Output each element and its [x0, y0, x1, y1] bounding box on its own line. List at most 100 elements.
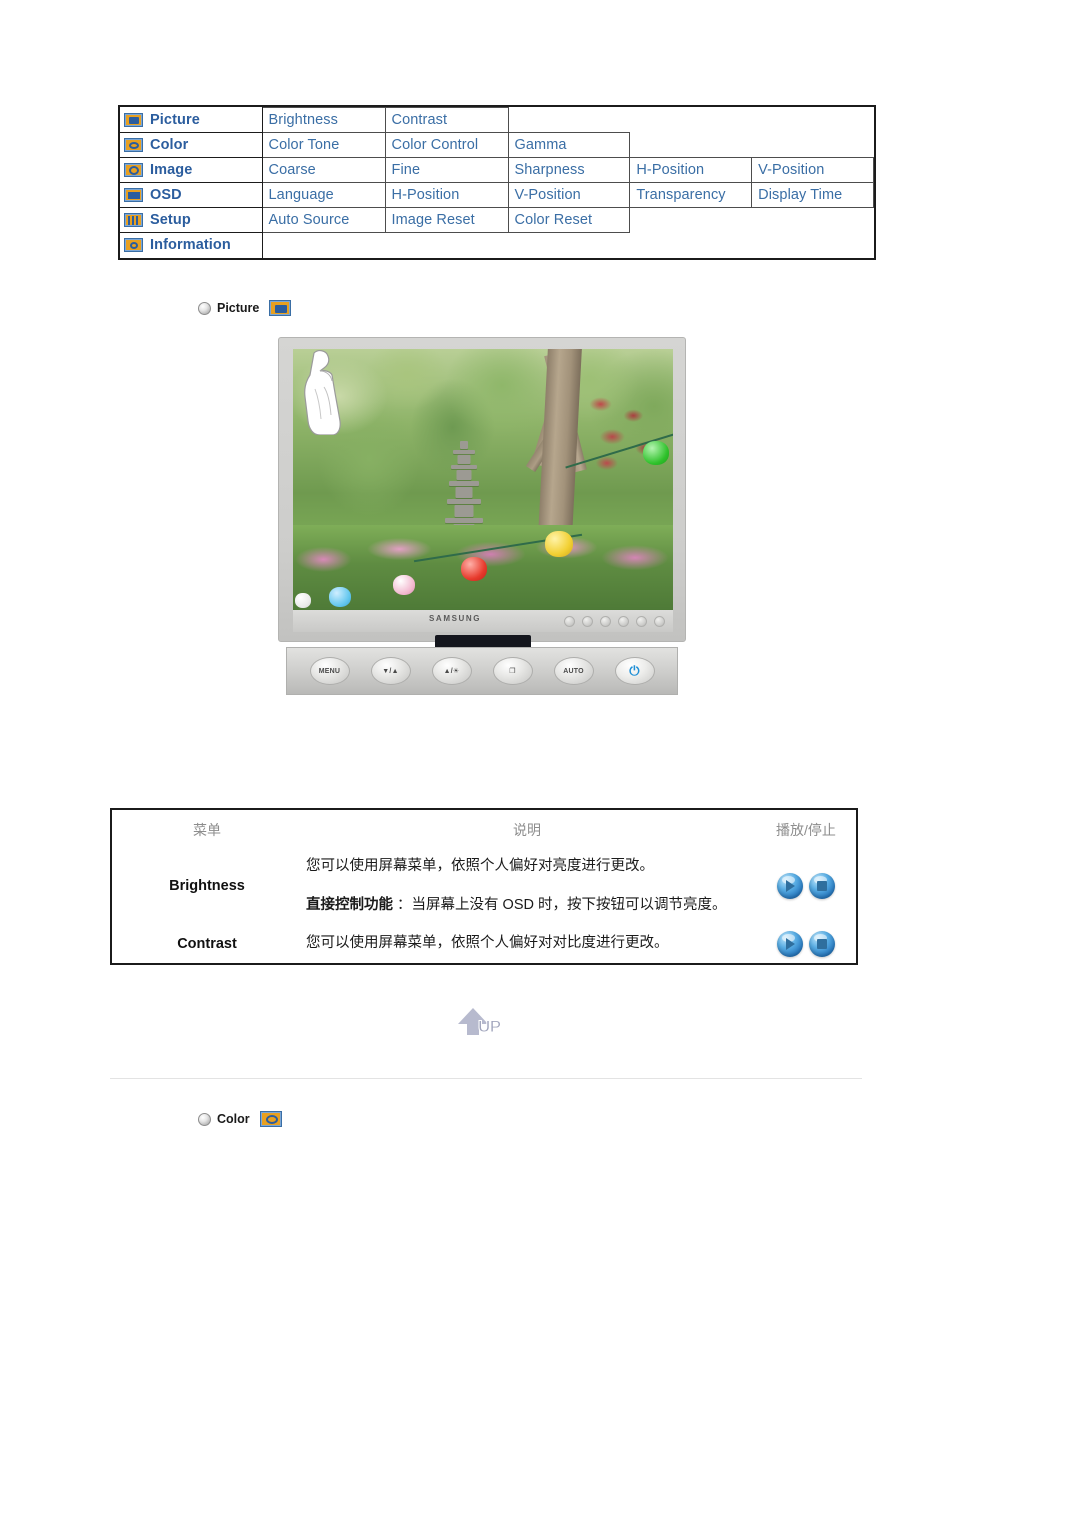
- osd-category-label: Setup: [150, 212, 191, 228]
- red-foliage: [585, 391, 663, 479]
- section-title: Color: [217, 1112, 250, 1126]
- osd-item-display-time[interactable]: Display Time: [751, 182, 874, 208]
- monitor-bezel: SAMSUNG: [293, 610, 673, 632]
- osd-empty-cell: [630, 208, 874, 233]
- section-heading-picture: Picture: [198, 300, 292, 316]
- lantern: [393, 575, 415, 595]
- setup-icon: [124, 213, 143, 227]
- osd-item-v-position[interactable]: V-Position: [751, 157, 874, 183]
- osd-item-language[interactable]: Language: [261, 182, 386, 208]
- osd-category-label: Picture: [150, 111, 200, 128]
- samsung-logo: SAMSUNG: [429, 614, 482, 623]
- osd-item-auto-source[interactable]: Auto Source: [261, 207, 386, 233]
- osd-item-image-reset[interactable]: Image Reset: [384, 207, 509, 233]
- osd-item-v-position[interactable]: V-Position: [507, 182, 631, 208]
- table-row: Picture Brightness Contrast: [120, 107, 874, 133]
- osd-item-color-control[interactable]: Color Control: [384, 132, 509, 158]
- table-header-row: 菜单 说明 播放/停止: [112, 810, 860, 848]
- osd-icon: [124, 188, 143, 202]
- osd-menu-table: Picture Brightness Contrast Color Color …: [118, 105, 876, 260]
- osd-category-label: Information: [150, 237, 231, 254]
- auto-button[interactable]: AUTO: [553, 657, 594, 685]
- osd-item-h-position[interactable]: H-Position: [629, 157, 753, 183]
- section-heading-color: Color: [198, 1111, 282, 1127]
- osd-item-fine[interactable]: Fine: [384, 157, 509, 183]
- osd-category-image[interactable]: Image: [120, 157, 263, 183]
- monitor-body: SAMSUNG: [278, 337, 686, 654]
- osd-empty-cell: [262, 233, 874, 258]
- table-row: Contrast 您可以使用屏幕菜单，依照个人偏好对对比度进行更改。: [112, 925, 860, 963]
- horizontal-divider: [110, 1078, 862, 1079]
- osd-item-color-reset[interactable]: Color Reset: [507, 207, 631, 233]
- color-icon: [259, 1111, 282, 1127]
- row-description-brightness: 您可以使用屏幕菜单，依照个人偏好对亮度进行更改。 直接控制功能 ：当屏幕上没有 …: [302, 848, 752, 925]
- osd-category-color[interactable]: Color: [120, 132, 263, 158]
- down-up-button[interactable]: ▼/▲: [370, 657, 411, 685]
- color-icon: [124, 138, 143, 152]
- bezel-indicator: [618, 616, 629, 627]
- direct-control-label: 直接控制功能: [306, 897, 393, 914]
- header-menu: 菜单: [193, 822, 221, 838]
- picture-icon: [269, 300, 292, 316]
- power-button[interactable]: ⏻: [614, 657, 655, 685]
- lantern: [545, 531, 573, 557]
- up-button[interactable]: UP: [458, 1008, 516, 1042]
- stop-button-icon[interactable]: [809, 930, 835, 957]
- table-row: Color Color Tone Color Control Gamma: [120, 132, 874, 158]
- lantern: [329, 587, 351, 607]
- row-description-contrast: 您可以使用屏幕菜单，依照个人偏好对对比度进行更改。: [306, 935, 669, 952]
- osd-empty-cell: [630, 133, 874, 158]
- osd-category-label: Image: [150, 162, 193, 178]
- play-button-icon[interactable]: [777, 873, 803, 900]
- osd-item-color-tone[interactable]: Color Tone: [261, 132, 386, 158]
- osd-category-information[interactable]: Information: [120, 232, 263, 258]
- bezel-indicator: [582, 616, 593, 627]
- bezel-button-indicators: [564, 616, 665, 627]
- osd-item-contrast[interactable]: Contrast: [384, 107, 509, 133]
- table-row: Information: [120, 232, 874, 258]
- sphere-bullet-icon: [198, 1112, 211, 1126]
- bezel-indicator: [600, 616, 611, 627]
- osd-item-sharpness[interactable]: Sharpness: [507, 157, 631, 183]
- image-icon: [124, 163, 143, 177]
- menu-button[interactable]: MENU: [309, 657, 350, 685]
- bezel-indicator: [636, 616, 647, 627]
- sphere-bullet-icon: [198, 301, 211, 315]
- osd-category-setup[interactable]: Setup: [120, 207, 263, 233]
- osd-item-brightness[interactable]: Brightness: [261, 107, 386, 133]
- row-buttons-contrast: [752, 925, 860, 963]
- table-row: OSD Language H-Position V-Position Trans…: [120, 182, 874, 208]
- source-enter-button[interactable]: ❐: [492, 657, 533, 685]
- description-table: 菜单 说明 播放/停止 Brightness 您可以使用屏幕菜单，依照个人偏好对…: [110, 808, 858, 965]
- direct-control-text: ：当屏幕上没有 OSD 时，按下按钮可以调节亮度。: [393, 897, 727, 914]
- header-play-stop: 播放/停止: [776, 822, 836, 838]
- header-description: 说明: [513, 822, 541, 838]
- description-line: 您可以使用屏幕菜单，依照个人偏好对亮度进行更改。: [306, 858, 654, 874]
- osd-category-picture[interactable]: Picture: [120, 107, 263, 133]
- monitor-illustration: SAMSUNG MENU ▼/▲ ▲/☀ ❐ AUTO ⏻: [278, 337, 686, 727]
- description-line: 直接控制功能 ：当屏幕上没有 OSD 时，按下按钮可以调节亮度。: [306, 893, 748, 918]
- row-menu-contrast: Contrast: [177, 935, 237, 952]
- play-button-icon[interactable]: [777, 930, 803, 957]
- bezel-indicator: [654, 616, 665, 627]
- osd-item-gamma[interactable]: Gamma: [507, 132, 631, 158]
- osd-category-label: Color: [150, 137, 189, 153]
- table-row: Setup Auto Source Image Reset Color Rese…: [120, 207, 874, 233]
- brightness-button[interactable]: ▲/☀: [431, 657, 472, 685]
- osd-category-osd[interactable]: OSD: [120, 182, 263, 208]
- row-menu-brightness: Brightness: [169, 878, 245, 895]
- osd-item-h-position[interactable]: H-Position: [384, 182, 509, 208]
- information-icon: [124, 238, 143, 253]
- osd-item-transparency[interactable]: Transparency: [629, 182, 753, 208]
- monitor-control-panel: MENU ▼/▲ ▲/☀ ❐ AUTO ⏻: [286, 647, 678, 695]
- osd-item-coarse[interactable]: Coarse: [261, 157, 386, 183]
- osd-empty-cell: [508, 108, 874, 133]
- up-button-label: UP: [478, 1017, 502, 1037]
- lantern: [295, 593, 311, 608]
- lantern: [461, 557, 487, 581]
- picture-icon: [124, 112, 143, 127]
- stop-button-icon[interactable]: [809, 873, 835, 900]
- lantern: [643, 441, 669, 465]
- bezel-indicator: [564, 616, 575, 627]
- osd-category-label: OSD: [150, 187, 182, 203]
